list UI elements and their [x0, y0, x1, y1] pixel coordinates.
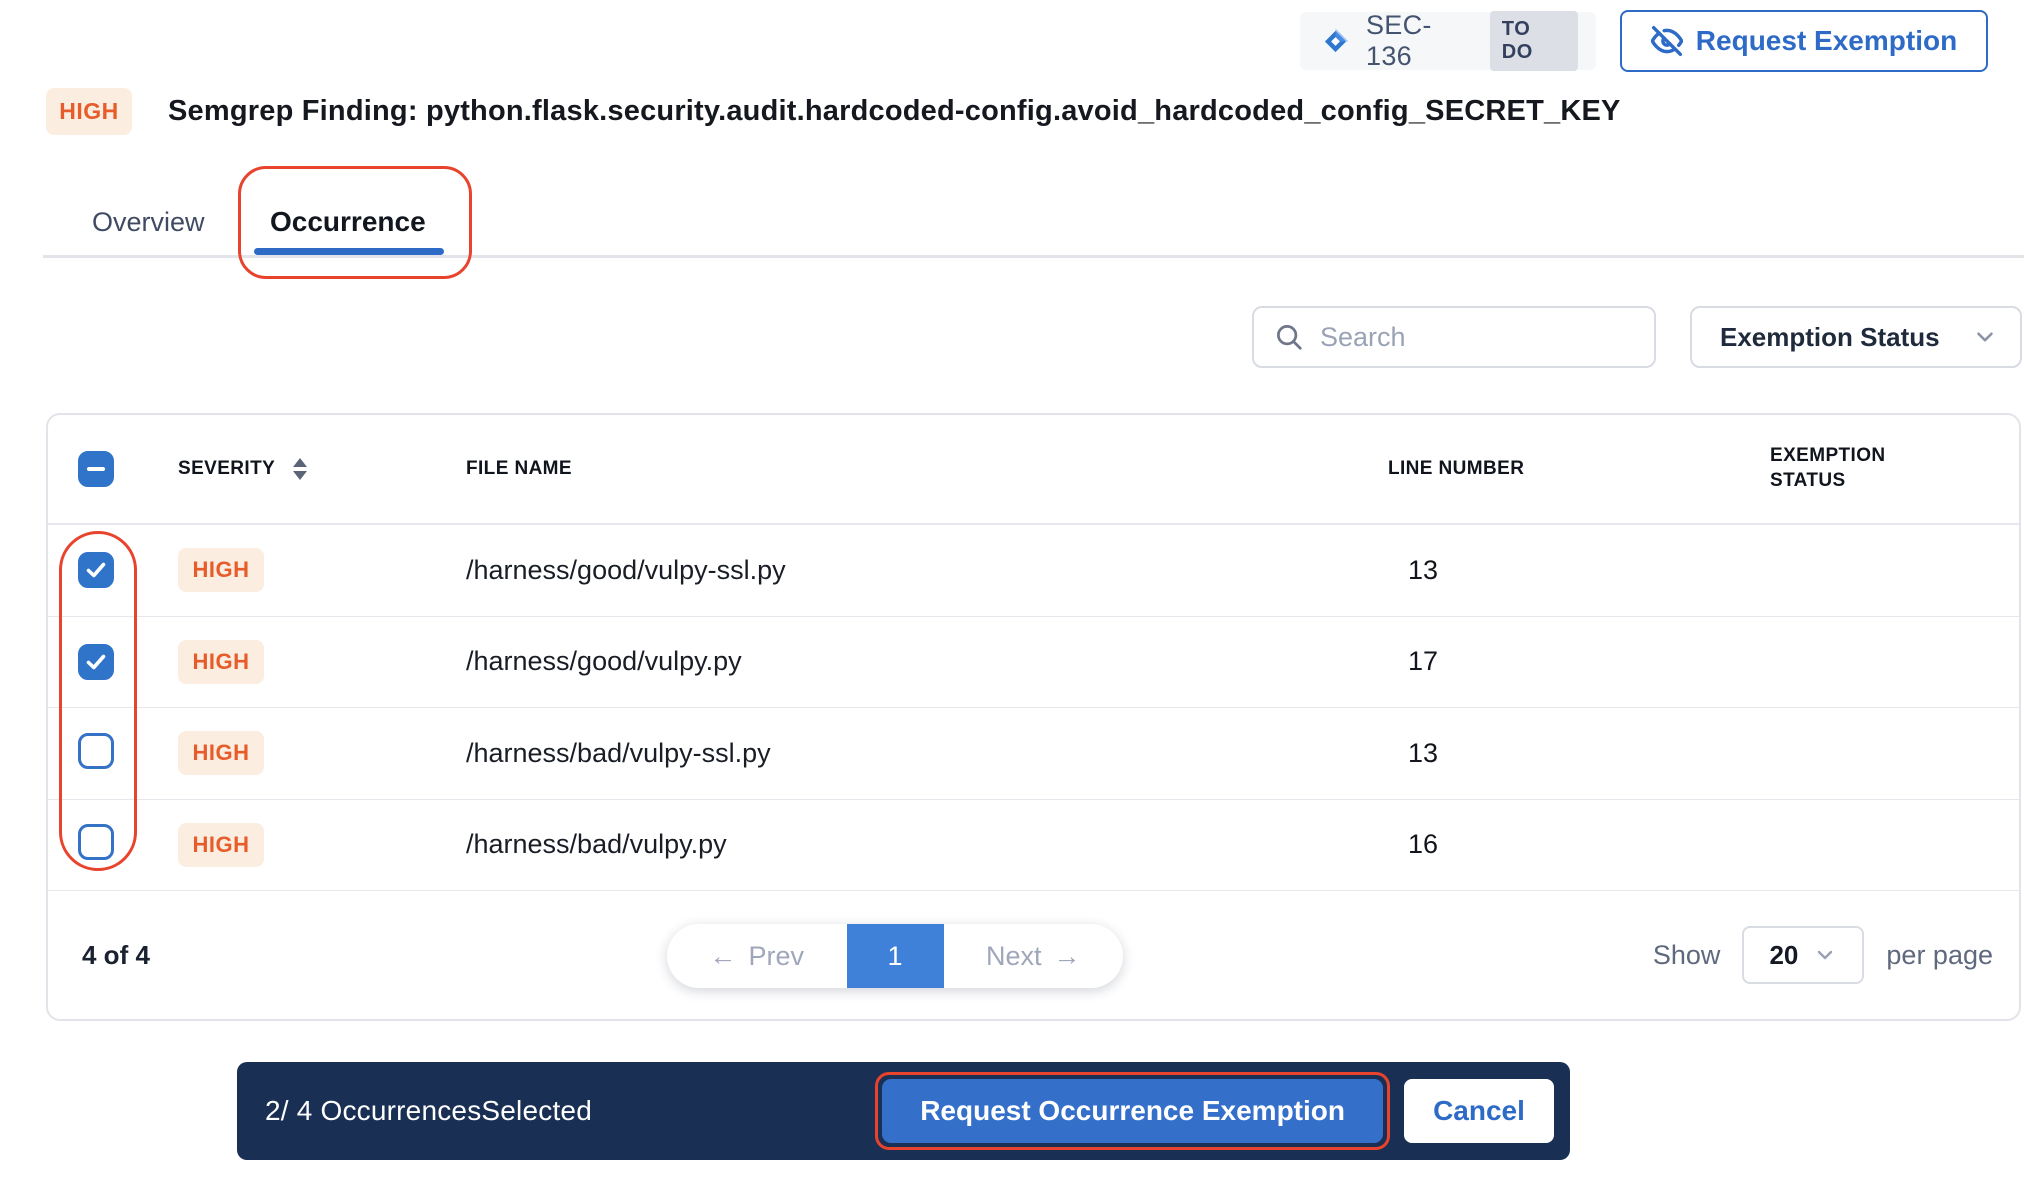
column-header-severity: SEVERITY	[178, 458, 275, 480]
table-body: HIGH /harness/good/vulpy-ssl.py 13 HIGH …	[48, 525, 2019, 891]
severity-badge: HIGH	[178, 640, 264, 684]
chevron-down-icon	[1972, 324, 1998, 350]
search-icon	[1274, 322, 1304, 352]
prev-page-button[interactable]: ← Prev	[667, 924, 847, 988]
page-size-value: 20	[1769, 940, 1798, 971]
arrow-left-icon: ←	[709, 941, 736, 972]
severity-badge: HIGH	[178, 823, 264, 867]
column-header-line-number: LINE NUMBER	[1388, 458, 1770, 480]
row-checkbox[interactable]	[78, 824, 114, 860]
tab-overview[interactable]: Overview	[92, 190, 205, 254]
search-input[interactable]	[1320, 322, 1634, 353]
chevron-down-icon	[1813, 943, 1837, 967]
tab-bar: Overview Occurrence	[0, 190, 2030, 258]
select-all-checkbox[interactable]	[78, 451, 114, 487]
line-number-cell: 13	[1388, 555, 1770, 586]
column-header-file-name: FILE NAME	[466, 458, 1388, 480]
table-row: HIGH /harness/bad/vulpy.py 16	[48, 800, 2019, 892]
line-number-cell: 13	[1388, 738, 1770, 769]
jira-status-badge: TO DO	[1490, 11, 1578, 71]
cancel-button[interactable]: Cancel	[1404, 1079, 1554, 1143]
per-page-label: per page	[1886, 940, 1993, 971]
row-checkbox[interactable]	[78, 733, 114, 769]
severity-badge: HIGH	[178, 731, 264, 775]
request-occurrence-exemption-button[interactable]: Request Occurrence Exemption	[882, 1079, 1383, 1143]
page-number-button[interactable]: 1	[847, 924, 944, 988]
pagination-control: ← Prev 1 Next →	[667, 924, 1123, 988]
show-label: Show	[1653, 940, 1721, 971]
check-icon	[84, 558, 108, 582]
line-number-cell: 17	[1388, 646, 1770, 677]
tabs-divider	[43, 255, 2024, 258]
table-row: HIGH /harness/good/vulpy.py 17	[48, 617, 2019, 709]
row-checkbox[interactable]	[78, 644, 114, 680]
occurrences-table: SEVERITY FILE NAME LINE NUMBER EXEMPTION…	[46, 413, 2021, 1021]
file-name-cell: /harness/good/vulpy-ssl.py	[466, 555, 1388, 586]
page-size-select[interactable]: 20	[1742, 926, 1864, 984]
row-checkbox[interactable]	[78, 552, 114, 588]
sort-arrows-icon[interactable]	[293, 458, 307, 480]
request-exemption-button[interactable]: Request Exemption	[1620, 10, 1988, 72]
indeterminate-minus-icon	[87, 467, 105, 472]
file-name-cell: /harness/bad/vulpy.py	[466, 829, 1388, 860]
annotation-ring-request-button: Request Occurrence Exemption	[875, 1072, 1390, 1150]
eye-off-icon	[1651, 25, 1683, 57]
selection-action-bar: 2/ 4 OccurrencesSelected Request Occurre…	[237, 1062, 1570, 1160]
table-row: HIGH /harness/good/vulpy-ssl.py 13	[48, 525, 2019, 617]
tab-occurrence[interactable]: Occurrence	[270, 190, 426, 254]
active-tab-underline	[254, 248, 444, 255]
column-header-exemption-status: EXEMPTION STATUS	[1770, 444, 1940, 493]
table-row: HIGH /harness/bad/vulpy-ssl.py 13	[48, 708, 2019, 800]
file-name-cell: /harness/bad/vulpy-ssl.py	[466, 738, 1388, 769]
table-header-row: SEVERITY FILE NAME LINE NUMBER EXEMPTION…	[48, 415, 2019, 525]
severity-badge: HIGH	[178, 548, 264, 592]
jira-issue-key: SEC-136	[1366, 10, 1475, 72]
jira-ticket-chip[interactable]: SEC-136 TO DO	[1300, 12, 1596, 70]
request-exemption-label: Request Exemption	[1696, 25, 1957, 57]
page-title: Semgrep Finding: python.flask.security.a…	[168, 95, 1621, 128]
row-count-label: 4 of 4	[82, 940, 150, 971]
file-name-cell: /harness/good/vulpy.py	[466, 646, 1388, 677]
next-page-button[interactable]: Next →	[944, 924, 1124, 988]
finding-severity-badge: HIGH	[46, 88, 132, 135]
arrow-right-icon: →	[1054, 941, 1081, 972]
check-icon	[84, 650, 108, 674]
table-footer: 4 of 4 ← Prev 1 Next → Show 20 p	[48, 891, 2019, 1019]
line-number-cell: 16	[1388, 829, 1770, 860]
exemption-status-filter[interactable]: Exemption Status	[1690, 306, 2022, 368]
search-box[interactable]	[1252, 306, 1656, 368]
exemption-status-filter-label: Exemption Status	[1720, 322, 1972, 353]
selected-count-label: 2/ 4 OccurrencesSelected	[265, 1095, 592, 1127]
jira-diamond-icon	[1320, 26, 1351, 57]
